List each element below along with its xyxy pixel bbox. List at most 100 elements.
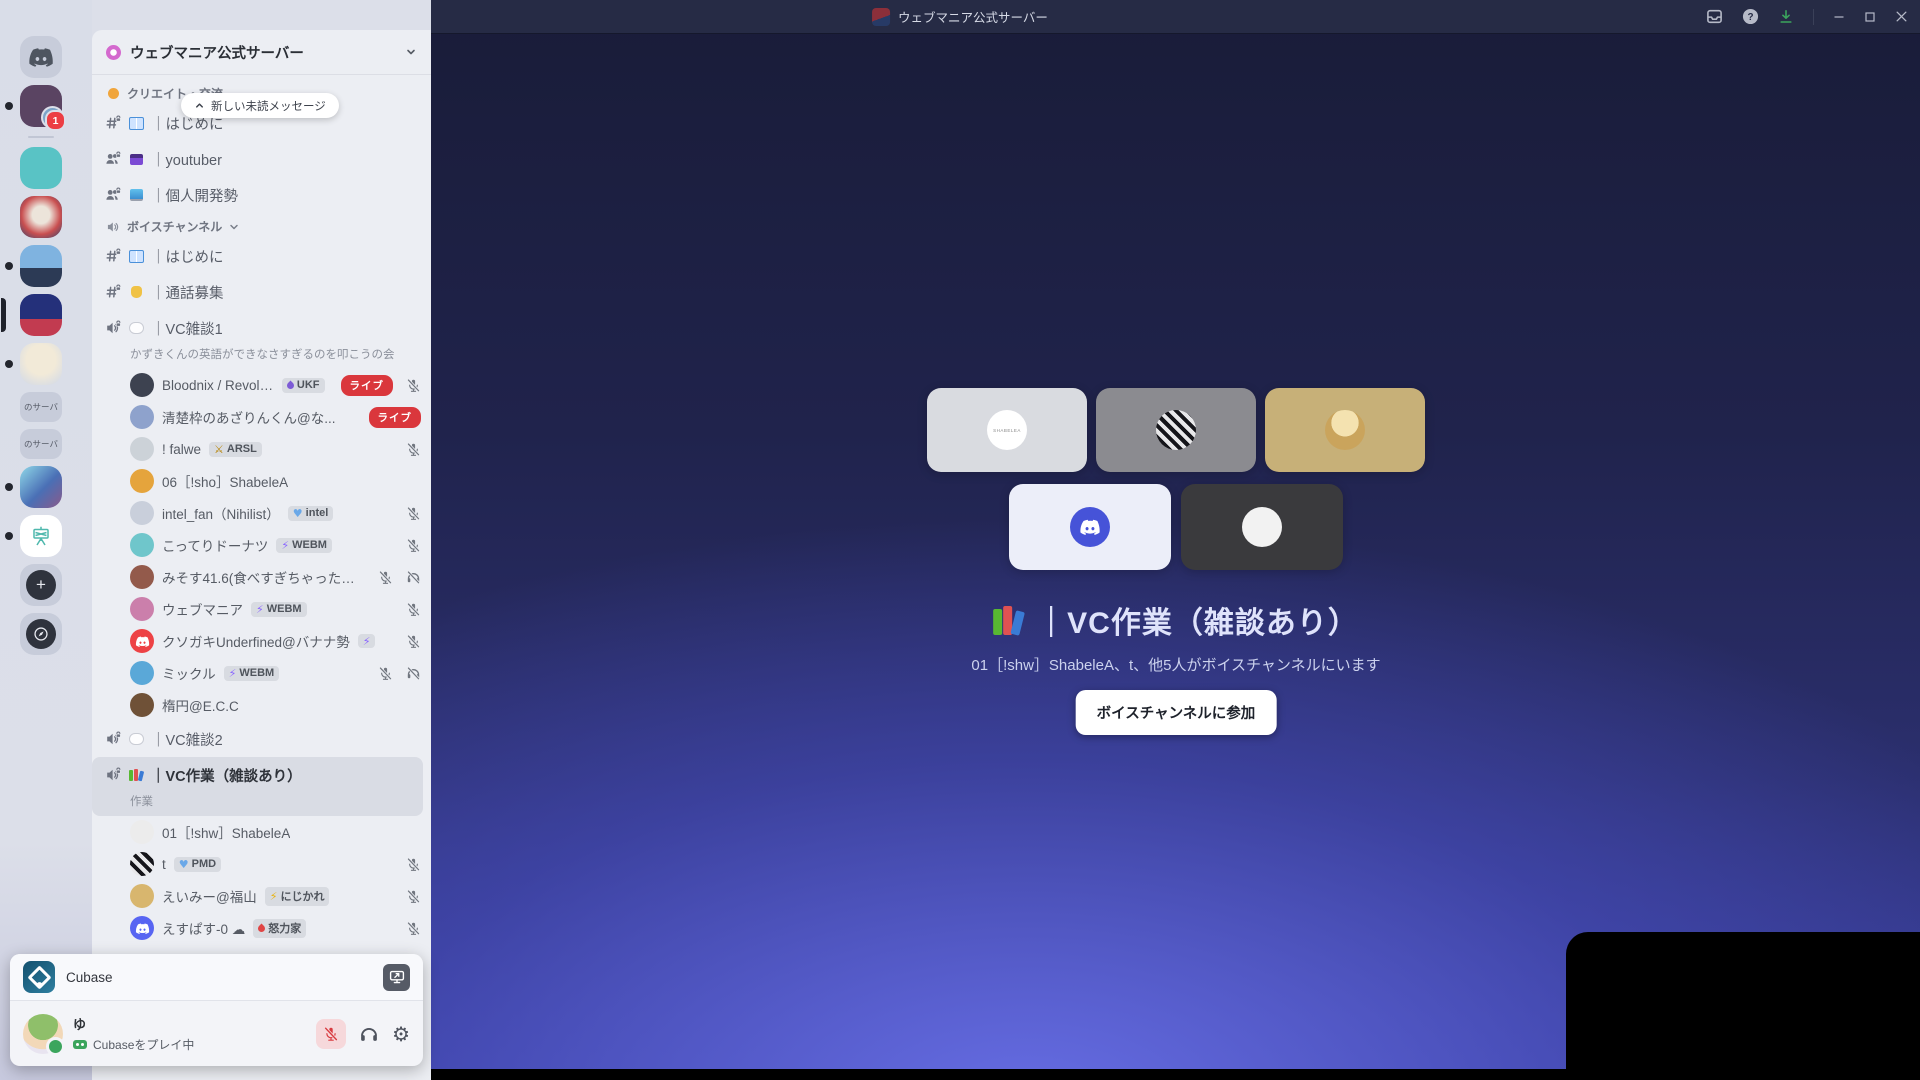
voice-member-row[interactable]: えすぱす-0 ☁ 怒力家 bbox=[92, 912, 431, 944]
server-easel[interactable] bbox=[5, 515, 62, 557]
avatar bbox=[130, 916, 154, 940]
voice-member-row[interactable]: Bloodnix / Revolyth UKF ライブ bbox=[92, 369, 431, 401]
users-lock-icon bbox=[105, 187, 121, 203]
avatar bbox=[130, 884, 154, 908]
role-badge-label: PMD bbox=[191, 858, 217, 870]
settings-gear-button[interactable]: ⚙︎ bbox=[392, 1024, 410, 1044]
voice-channel[interactable]: ｜VC雑談2 bbox=[92, 721, 431, 757]
avatar bbox=[130, 661, 154, 685]
text-channel[interactable]: ｜はじめに bbox=[92, 238, 431, 274]
live-badge: ライブ bbox=[340, 374, 393, 396]
voice-channel[interactable]: ｜VC雑談1 bbox=[92, 310, 431, 346]
rail-divider bbox=[28, 136, 54, 138]
voice-member-row[interactable]: ウェブマニア ⚡ WEBM bbox=[92, 593, 431, 625]
minimize-button[interactable] bbox=[1833, 11, 1845, 23]
avatar[interactable] bbox=[23, 1013, 65, 1056]
voice-member-row[interactable]: t ♥ PMD bbox=[92, 848, 431, 880]
role-badge: ⚡ WEBM bbox=[223, 665, 280, 681]
unread-indicator-dot bbox=[5, 102, 13, 110]
voice-member-row[interactable]: えいみー@福山 ⚡ にじかれ bbox=[92, 880, 431, 912]
unread-pill[interactable]: 新しい未読メッセージ bbox=[181, 93, 339, 118]
mic-muted-icon bbox=[378, 666, 393, 681]
server-text-1[interactable]: のサーバ bbox=[20, 392, 62, 422]
stream-activity-button[interactable] bbox=[383, 963, 410, 991]
voice-member-row[interactable]: intel_fan（Nihilist） ♥ intel bbox=[92, 497, 431, 529]
dm-user-item[interactable]: 1 bbox=[5, 85, 66, 131]
avatar-micro-text: SHABELEA bbox=[993, 427, 1021, 433]
pip-video-overlay[interactable] bbox=[1566, 932, 1920, 1080]
participant-tile-discord[interactable] bbox=[1009, 484, 1171, 570]
cubase-app-icon bbox=[23, 961, 55, 993]
channel-block: ｜youtuber bbox=[92, 141, 431, 177]
explore-button[interactable] bbox=[20, 613, 62, 655]
heart-blue-icon: ♥ bbox=[292, 506, 303, 520]
selected-server-indicator bbox=[1, 298, 6, 332]
voice-member-row[interactable]: みそす41.6(食べすぎちゃったp... bbox=[92, 561, 431, 593]
server-artwork[interactable] bbox=[20, 196, 62, 238]
voice-member-row[interactable]: クソガキUnderfined@バナナ勢 ⚡ bbox=[92, 625, 431, 657]
users-lock-icon bbox=[105, 151, 121, 167]
text-channel[interactable]: ｜通話募集 bbox=[92, 274, 431, 310]
voice-member-row[interactable]: こってりドーナツ ⚡ WEBM bbox=[92, 529, 431, 561]
category-ボイスチャンネル[interactable]: ボイスチャンネル bbox=[92, 213, 431, 238]
inbox-icon[interactable] bbox=[1706, 8, 1723, 25]
chevron-down-icon bbox=[405, 46, 417, 58]
voice-member-row[interactable]: ミックル ⚡ WEBM bbox=[92, 657, 431, 689]
server-chibi-girl[interactable] bbox=[5, 343, 62, 385]
clapper-icon bbox=[128, 153, 144, 165]
books-icon bbox=[993, 605, 1025, 636]
user-row: ゆ Cubaseをプレイ中 ⚙︎ bbox=[10, 1001, 423, 1066]
window-title: ウェブマニア公式サーバー bbox=[898, 11, 1048, 25]
participant-avatar: SHABELEA bbox=[987, 410, 1027, 450]
close-button[interactable] bbox=[1895, 10, 1908, 23]
voice-member-row[interactable]: 楕円@E.C.C bbox=[92, 689, 431, 721]
participant-avatar bbox=[1156, 410, 1196, 450]
join-voice-button[interactable]: ボイスチャンネルに参加 bbox=[1075, 690, 1277, 735]
server-anime-art[interactable] bbox=[5, 466, 62, 508]
unread-indicator-dot bbox=[5, 532, 13, 540]
mic-muted-button[interactable] bbox=[316, 1018, 347, 1049]
server-pixel-art[interactable] bbox=[1, 294, 62, 336]
channel-description: かずきくんの英語ができなさすぎるのを叩こうの会 bbox=[130, 349, 395, 361]
channel-name: ｜VC雑談2 bbox=[151, 732, 223, 749]
participant-tile-blonde[interactable] bbox=[1265, 388, 1425, 472]
mic-muted-icon bbox=[406, 857, 421, 872]
voice-member-row[interactable]: 06［!sho］ShabeleA bbox=[92, 465, 431, 497]
monitor-icon bbox=[128, 189, 144, 201]
avatar bbox=[130, 852, 154, 876]
participant-tile-striped[interactable] bbox=[1096, 388, 1256, 472]
mic-muted-icon bbox=[406, 634, 421, 649]
hand-icon bbox=[128, 286, 144, 298]
mic-muted-icon bbox=[406, 538, 421, 553]
server-teal-face[interactable] bbox=[20, 147, 62, 189]
server-header[interactable]: ウェブマニア公式サーバー bbox=[92, 30, 431, 75]
bolt-yellow-icon: ⚡ bbox=[269, 889, 278, 903]
voice-channel[interactable]: ｜VC作業（雑談あり） bbox=[92, 757, 423, 793]
headphones-button[interactable] bbox=[359, 1024, 379, 1044]
channel-name: ｜VC作業（雑談あり） bbox=[151, 768, 302, 785]
text-channel[interactable]: ｜個人開発勢 bbox=[92, 177, 431, 213]
text-channel[interactable]: ｜youtuber bbox=[92, 141, 431, 177]
avatar bbox=[130, 693, 154, 717]
participant-tile-dark[interactable] bbox=[1181, 484, 1343, 570]
maximize-button[interactable] bbox=[1864, 11, 1876, 23]
deafened-icon bbox=[406, 570, 421, 585]
member-name: 楕円@E.C.C bbox=[162, 699, 239, 714]
online-status-dot bbox=[46, 1036, 65, 1056]
voice-member-row[interactable]: 01［!shw］ShabeleA bbox=[92, 816, 431, 848]
voice-member-row[interactable]: ! falwe ⚔ ARSL bbox=[92, 433, 431, 465]
discord-home-button[interactable] bbox=[20, 36, 62, 78]
add-server-button[interactable]: + bbox=[20, 564, 62, 606]
role-badge-label: 怒力家 bbox=[268, 923, 302, 935]
help-icon[interactable]: ? bbox=[1742, 8, 1759, 25]
role-badge-label: WEBM bbox=[292, 539, 327, 551]
channel-name: ｜VC雑談1 bbox=[151, 321, 223, 338]
update-download-icon[interactable] bbox=[1778, 9, 1794, 25]
heart-blue-icon: ♥ bbox=[178, 857, 189, 871]
participant-tile-shabelea[interactable]: SHABELEA bbox=[927, 388, 1087, 472]
server-news[interactable] bbox=[5, 245, 62, 287]
voice-channel-heading: ｜VC作業（雑談あり） bbox=[993, 598, 1359, 642]
role-badge: 怒力家 bbox=[253, 918, 307, 938]
voice-member-row[interactable]: 清楚枠のあざりんくん@な... ライブ bbox=[92, 401, 431, 433]
server-text-2[interactable]: のサーバ bbox=[20, 429, 62, 459]
